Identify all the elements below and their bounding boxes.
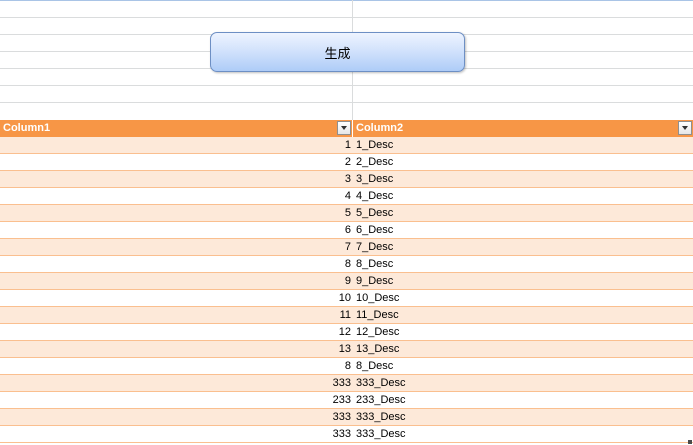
cell-column1[interactable]: 1 — [0, 137, 353, 153]
generate-button-label: 生成 — [324, 46, 351, 62]
chevron-down-icon — [682, 126, 688, 130]
table-row: 4 4_Desc — [0, 188, 693, 205]
gridline — [0, 17, 693, 18]
cell-column1[interactable]: 4 — [0, 188, 353, 204]
cell-column1[interactable]: 333 — [0, 375, 353, 391]
cell-column2[interactable]: 1_Desc — [353, 137, 693, 153]
cell-column2[interactable]: 3_Desc — [353, 171, 693, 187]
table-row: 9 9_Desc — [0, 273, 693, 290]
table-row: 333 333_Desc — [0, 409, 693, 426]
cell-column2[interactable]: 13_Desc — [353, 341, 693, 357]
cell-column2[interactable]: 12_Desc — [353, 324, 693, 340]
table-row: 6 6_Desc — [0, 222, 693, 239]
column1-header[interactable]: Column1 — [0, 120, 353, 137]
table-row: 7 7_Desc — [0, 239, 693, 256]
table-row: 233 233_Desc — [0, 392, 693, 409]
cell-column1[interactable]: 3 — [0, 171, 353, 187]
cell-column2[interactable]: 2_Desc — [353, 154, 693, 170]
table-header-row: Column1 Column2 — [0, 120, 693, 137]
cell-column2[interactable]: 11_Desc — [353, 307, 693, 323]
table-row: 12 12_Desc — [0, 324, 693, 341]
cell-column1[interactable]: 11 — [0, 307, 353, 323]
cell-column1[interactable]: 233 — [0, 392, 353, 408]
cell-column1[interactable]: 6 — [0, 222, 353, 238]
cell-column2[interactable]: 7_Desc — [353, 239, 693, 255]
cell-column1[interactable]: 12 — [0, 324, 353, 340]
cell-column2[interactable]: 233_Desc — [353, 392, 693, 408]
column2-header-label: Column2 — [356, 122, 404, 134]
generate-button[interactable]: 生成 — [210, 32, 465, 72]
cell-column2[interactable]: 333_Desc — [353, 409, 693, 425]
cell-column2[interactable]: 333_Desc — [353, 375, 693, 391]
cell-column2[interactable]: 8_Desc — [353, 256, 693, 272]
cell-column1[interactable]: 13 — [0, 341, 353, 357]
cell-column1[interactable]: 333 — [0, 426, 353, 442]
table-row: 11 11_Desc — [0, 307, 693, 324]
table-row: 2 2_Desc — [0, 154, 693, 171]
cell-column2[interactable]: 9_Desc — [353, 273, 693, 289]
table-row: 3 3_Desc — [0, 171, 693, 188]
table-row: 5 5_Desc — [0, 205, 693, 222]
cell-column1[interactable]: 8 — [0, 358, 353, 374]
gridline — [0, 102, 693, 103]
cell-column2[interactable]: 10_Desc — [353, 290, 693, 306]
table-row: 333 333_Desc — [0, 375, 693, 392]
table-row: 8 8_Desc — [0, 256, 693, 273]
cell-column1[interactable]: 9 — [0, 273, 353, 289]
cell-column1[interactable]: 10 — [0, 290, 353, 306]
cell-column1[interactable]: 7 — [0, 239, 353, 255]
cell-column2[interactable]: 8_Desc — [353, 358, 693, 374]
data-table: Column1 Column2 1 1_Desc 2 2_Desc 3 3_De… — [0, 120, 693, 443]
cell-column1[interactable]: 333 — [0, 409, 353, 425]
table-row: 13 13_Desc — [0, 341, 693, 358]
table-row: 10 10_Desc — [0, 290, 693, 307]
gridline — [0, 85, 693, 86]
column2-header[interactable]: Column2 — [353, 120, 693, 137]
spreadsheet-sheet: 生成 Column1 Column2 1 1_Desc 2 2_Desc 3 3… — [0, 0, 693, 445]
column1-filter-dropdown-icon[interactable] — [337, 121, 351, 135]
cell-column1[interactable]: 8 — [0, 256, 353, 272]
cell-column2[interactable]: 6_Desc — [353, 222, 693, 238]
cell-column1[interactable]: 5 — [0, 205, 353, 221]
column1-header-label: Column1 — [3, 122, 51, 134]
table-resize-handle-icon[interactable] — [688, 440, 692, 444]
table-row: 1 1_Desc — [0, 137, 693, 154]
column2-filter-dropdown-icon[interactable] — [678, 121, 692, 135]
cell-column2[interactable]: 5_Desc — [353, 205, 693, 221]
cell-column2[interactable]: 4_Desc — [353, 188, 693, 204]
chevron-down-icon — [341, 126, 347, 130]
cell-column2[interactable]: 333_Desc — [353, 426, 693, 442]
table-row: 333 333_Desc — [0, 426, 693, 443]
cell-column1[interactable]: 2 — [0, 154, 353, 170]
table-row: 8 8_Desc — [0, 358, 693, 375]
sheet-top-border — [0, 0, 693, 1]
